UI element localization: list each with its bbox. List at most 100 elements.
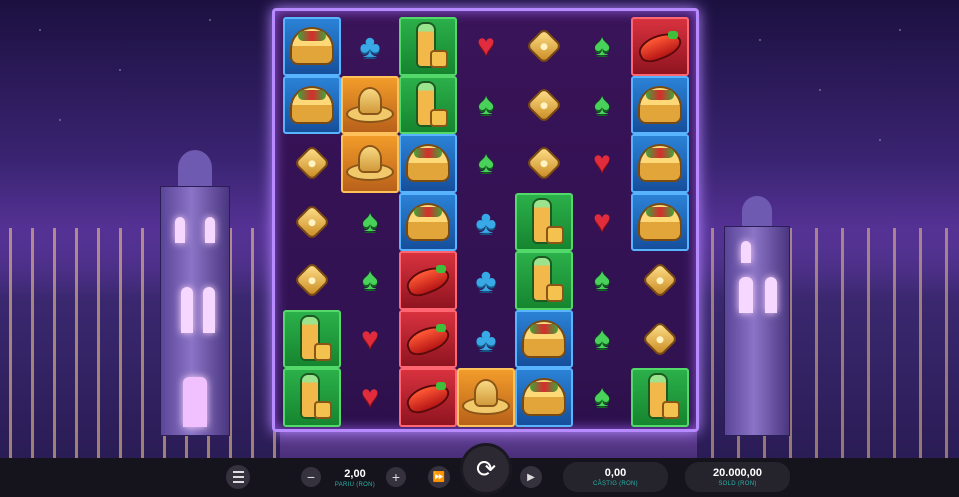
reel-cell [399, 251, 457, 310]
reel-cell [399, 17, 457, 76]
city-left [0, 228, 280, 458]
reel-cell [283, 193, 341, 252]
taco-icon [640, 87, 680, 122]
reel-cell [283, 251, 341, 310]
win-value: 0,00 [604, 467, 627, 479]
right-tower [724, 226, 790, 436]
reel-cell: ♥ [457, 17, 515, 76]
club-icon: ♣ [359, 28, 381, 65]
reel-cell: ♠ [457, 76, 515, 135]
pepper-icon [406, 323, 450, 354]
taco-icon [408, 146, 448, 181]
tequila-icon [408, 82, 448, 127]
game-background: ♣ ♥ ♠ ♠ ♠ ♠ ♥ ♠ ♣ ♥ ♠ ♣ ♠ ♥ ♣ ♠ ♥ ♠ [0, 0, 959, 458]
heart-icon: ♥ [361, 321, 379, 355]
reel-cell: ♥ [573, 193, 631, 252]
balance-field: 20.000,00 SOLD (RON) [685, 462, 790, 492]
club-icon: ♣ [475, 203, 497, 240]
balance-value: 20.000,00 [713, 467, 762, 479]
diamond-icon [528, 147, 560, 179]
pepper-icon [406, 382, 450, 412]
reel-cell [399, 192, 457, 251]
reel-cell [283, 368, 341, 427]
reel-cell [515, 134, 573, 193]
diamond-icon [296, 264, 328, 296]
spade-icon: ♠ [362, 204, 378, 238]
sombrero-icon [348, 87, 392, 123]
reel-cell: ♠ [573, 251, 631, 310]
spade-icon: ♠ [594, 380, 610, 414]
reel-cell [341, 75, 399, 134]
spade-icon: ♠ [594, 263, 610, 297]
fast-forward-icon: ⏩ [432, 471, 446, 483]
spade-icon: ♠ [362, 263, 378, 297]
play-icon: ▶ [527, 471, 535, 483]
plus-icon: + [391, 469, 401, 485]
menu-button[interactable] [226, 465, 250, 489]
reel-cell [399, 368, 457, 427]
reel-cell [515, 76, 573, 135]
reel-cell [283, 17, 341, 76]
taco-icon [292, 29, 332, 64]
win-label: CÂȘTIG (RON) [593, 481, 638, 487]
tequila-icon [292, 375, 332, 419]
increase-bet-button[interactable]: + [386, 467, 406, 487]
spade-icon: ♠ [594, 29, 610, 63]
taco-icon [408, 204, 448, 239]
reel-cell: ♠ [573, 368, 631, 427]
left-tower [160, 186, 230, 436]
reel-cell: ♠ [573, 17, 631, 76]
reel-cell: ♣ [457, 310, 515, 369]
minus-icon: − [306, 469, 316, 485]
diamond-icon [528, 30, 560, 62]
decrease-bet-button[interactable]: − [301, 467, 321, 487]
reel-cell [515, 192, 573, 251]
taco-icon [524, 380, 564, 415]
spade-icon: ♠ [478, 87, 494, 121]
reel-cell: ♠ [457, 134, 515, 193]
autoplay-button[interactable]: ▶ [520, 466, 542, 488]
reel-frame: ♣ ♥ ♠ ♠ ♠ ♠ ♥ ♠ ♣ ♥ ♠ ♣ ♠ ♥ ♣ ♠ ♥ ♠ [272, 8, 699, 432]
spade-icon: ♠ [594, 87, 610, 121]
pepper-icon [638, 31, 682, 61]
tequila-icon [640, 375, 680, 419]
control-bar: 2,00 PARIU (RON) − + ⏩ ⟳ ▶ 0,00 CÂȘTIG (… [0, 446, 959, 497]
heart-icon: ♥ [593, 204, 611, 238]
reel-cell [631, 310, 689, 369]
turbo-button[interactable]: ⏩ [428, 466, 450, 488]
reel-cell [283, 309, 341, 368]
diamond-icon [296, 147, 328, 179]
reel-cell: ♣ [457, 251, 515, 310]
reel-cell: ♣ [457, 193, 515, 252]
taco-icon [524, 321, 564, 356]
club-icon: ♣ [475, 262, 497, 299]
reel-cell [515, 309, 573, 368]
reel-cell [515, 368, 573, 427]
reel-cell [399, 309, 457, 368]
tequila-icon [408, 24, 448, 68]
reel-cell: ♠ [341, 193, 399, 252]
taco-icon [640, 146, 680, 181]
reel-cell [631, 134, 689, 193]
reel-cell: ♠ [341, 251, 399, 310]
reel-cell [631, 75, 689, 134]
pepper-icon [406, 265, 450, 295]
reel-cell [457, 368, 515, 427]
reel-cell [631, 192, 689, 251]
reel-cell: ♠ [573, 310, 631, 369]
reel-cell [399, 75, 457, 134]
sombrero-icon [464, 379, 508, 415]
reel-cell: ♠ [573, 76, 631, 135]
heart-icon: ♥ [593, 146, 611, 180]
taco-icon [292, 87, 332, 122]
reel-cell: ♣ [341, 17, 399, 76]
reel-cell: ♥ [573, 134, 631, 193]
menu-icon [232, 471, 244, 473]
spin-button[interactable]: ⟳ [463, 446, 509, 492]
reel-cell [399, 134, 457, 193]
reel-cell [631, 251, 689, 310]
spade-icon: ♠ [478, 146, 494, 180]
reel-cell [341, 134, 399, 193]
reel-cell [631, 368, 689, 427]
taco-icon [640, 204, 680, 239]
